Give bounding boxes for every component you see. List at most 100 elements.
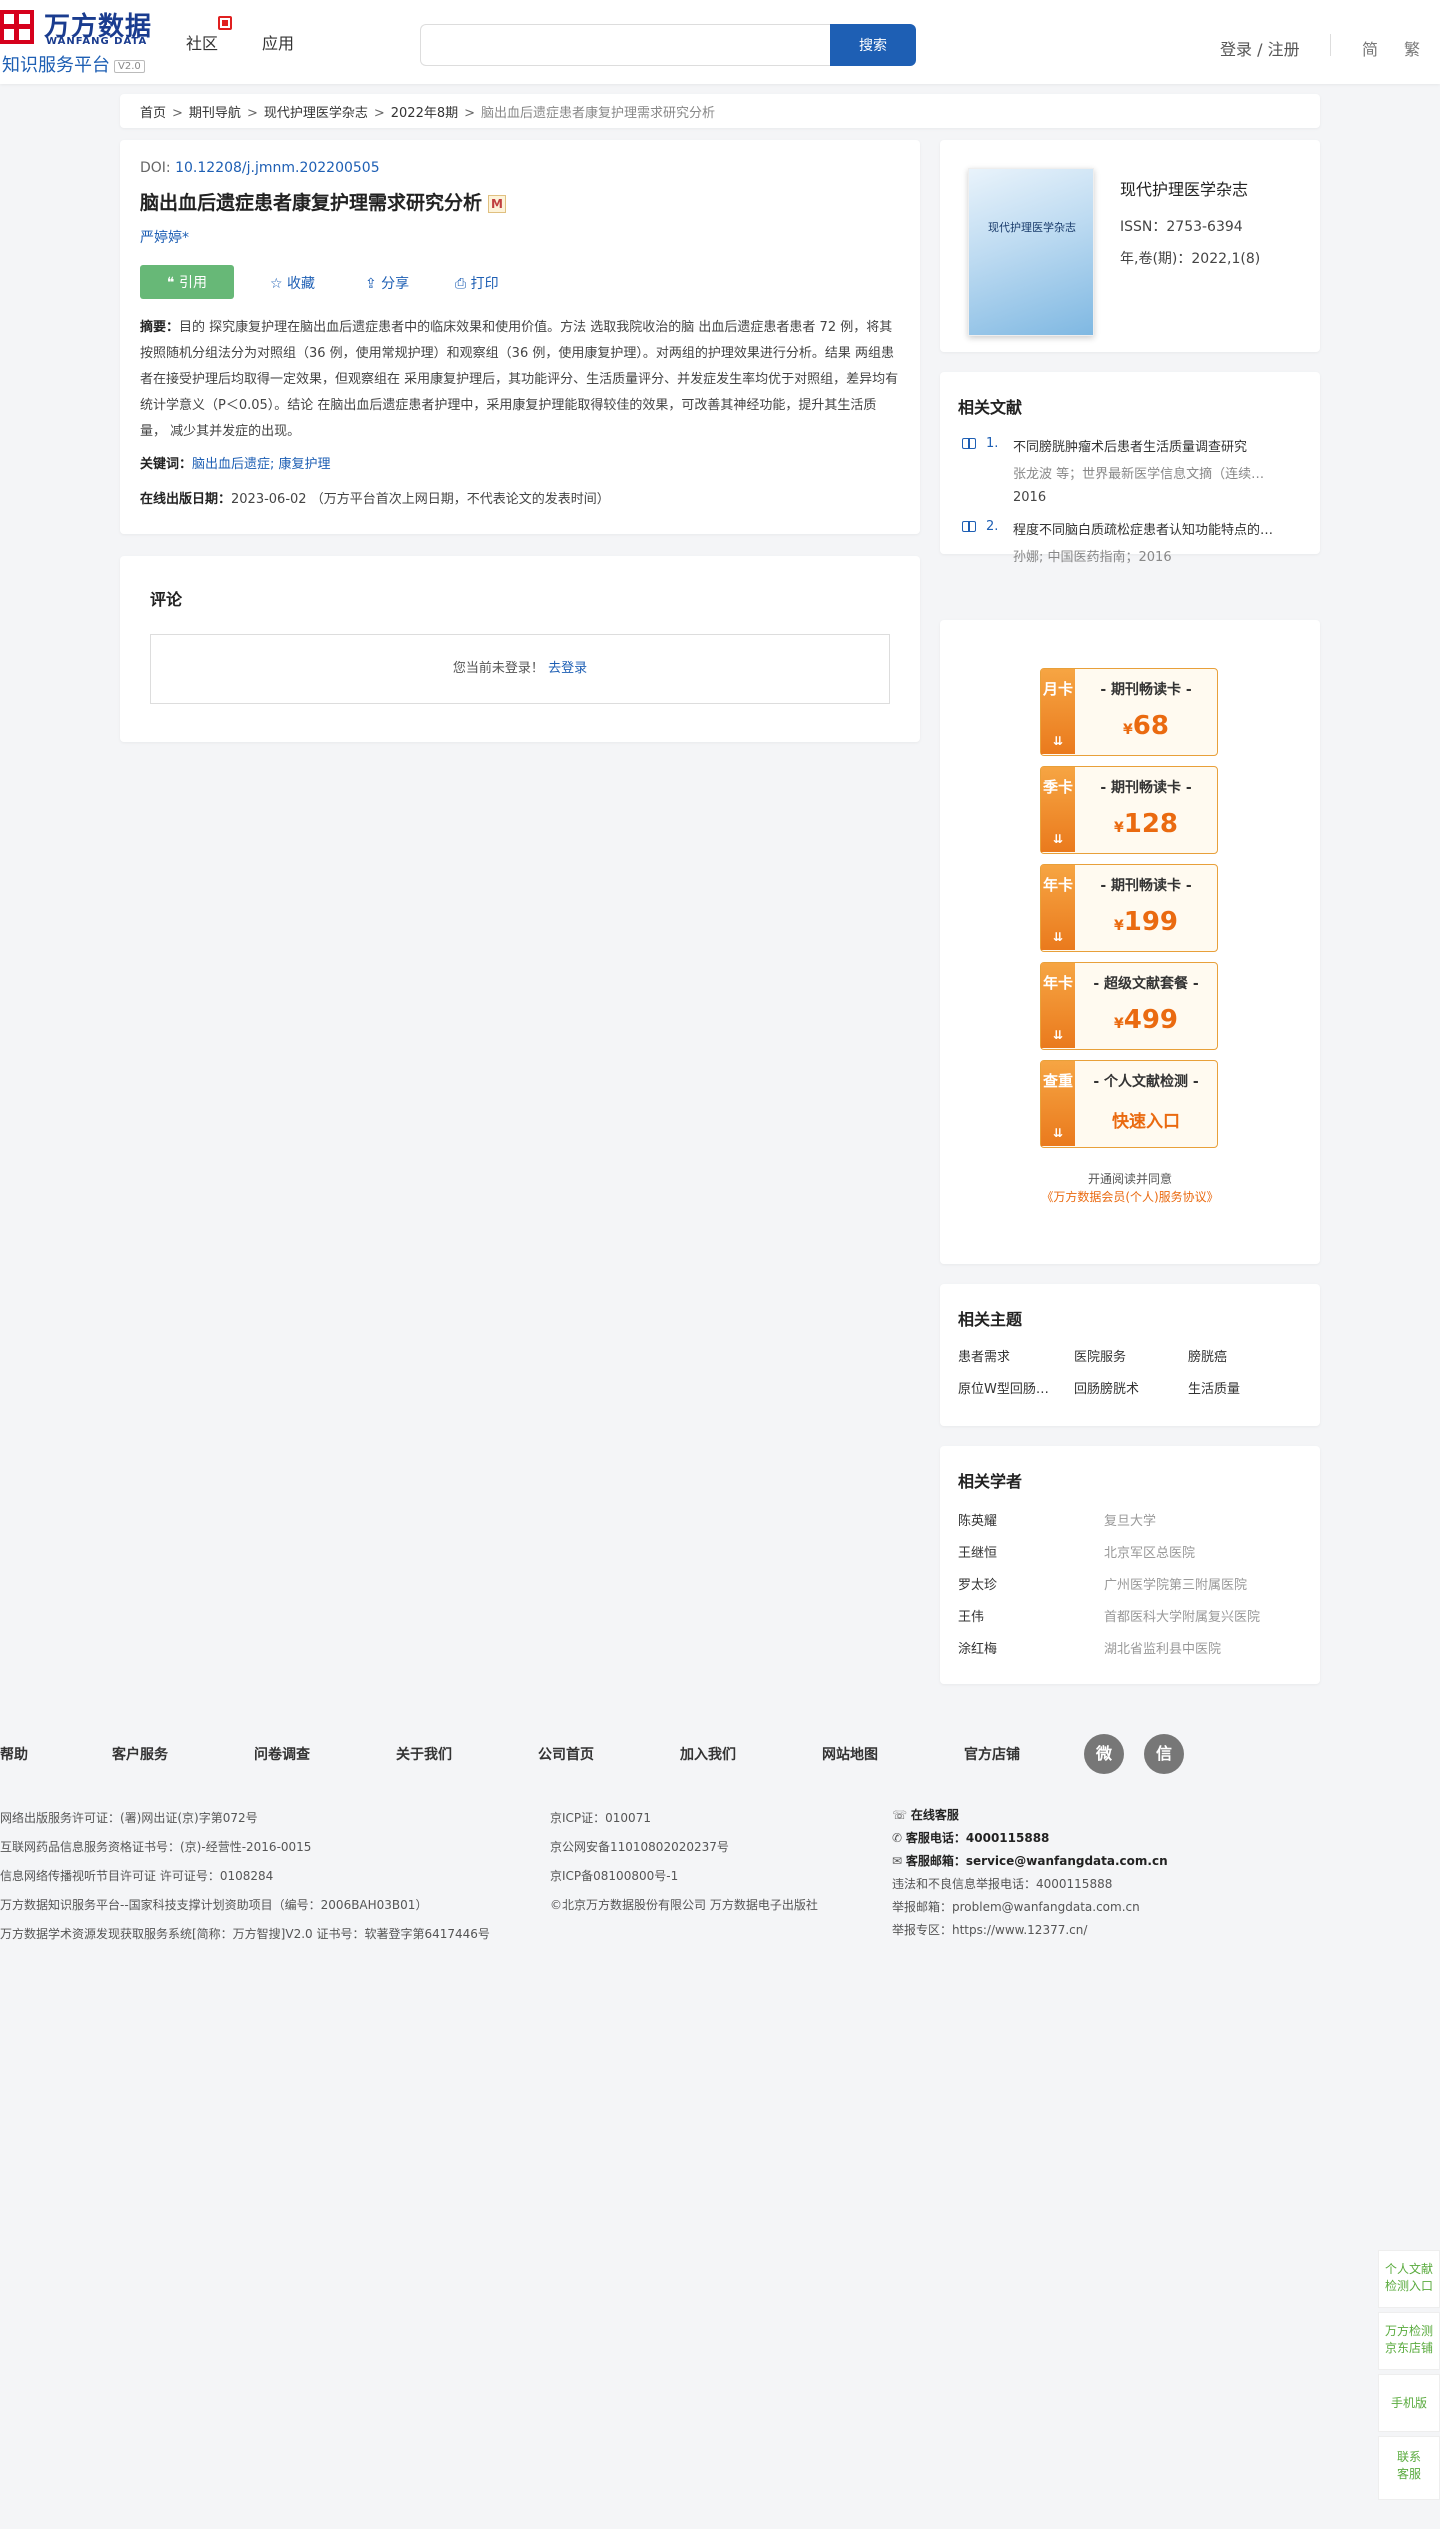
topic-item[interactable]: 回肠膀胱术 <box>1074 1378 1180 1397</box>
journal-name[interactable]: 现代护理医学杂志 <box>1120 176 1248 200</box>
online-service-link[interactable]: ☏ 在线客服 <box>892 1804 1168 1827</box>
collect-button[interactable]: ☆ 收藏 <box>270 273 315 293</box>
breadcrumb-home[interactable]: 首页 <box>140 106 166 121</box>
float-contact[interactable]: 联系客服 <box>1378 2436 1440 2500</box>
float-mobile[interactable]: 手机版 <box>1378 2374 1440 2432</box>
vip-card-side: 查重 ⇊ <box>1041 1061 1075 1146</box>
keyword-link[interactable]: 康复护理 <box>279 457 331 472</box>
vip-card-quarterly[interactable]: 季卡 ⇊ - 期刊畅读卡 - ¥128 <box>1040 766 1218 854</box>
article-card: DOI: 10.12208/j.jmnm.202200505 脑出血后遗症患者康… <box>120 140 920 534</box>
agree-text: 开通阅读并同意 <box>1087 1172 1172 1186</box>
footer-link-survey[interactable]: 问卷调查 <box>254 1744 310 1764</box>
journal-volume: 年,卷(期)：2022,1(8) <box>1120 251 1261 267</box>
scholar-row: 王伟 首都医科大学附属复兴医院 <box>958 1598 1302 1630</box>
topic-item[interactable]: 膀胱癌 <box>1188 1346 1294 1365</box>
scholar-name[interactable]: 王伟 <box>958 1606 984 1625</box>
go-login-link[interactable]: 去登录 <box>548 661 587 676</box>
service-agreement-link[interactable]: 《万方数据会员(个人)服务协议》 <box>940 1188 1320 1205</box>
topic-item[interactable]: 医院服务 <box>1074 1346 1180 1365</box>
login-register-link[interactable]: 登录 / 注册 <box>1220 36 1300 60</box>
scholar-row: 王继恒 北京军区总医院 <box>958 1534 1302 1566</box>
footer-contact: ☏ 在线客服 ✆ 客服电话：4000115888 ✉ 客服邮箱：service@… <box>892 1804 1168 1942</box>
cover-title: 现代护理医学杂志 <box>988 221 1076 234</box>
header-divider <box>1330 34 1331 56</box>
scholar-name[interactable]: 涂红梅 <box>958 1638 997 1657</box>
lang-traditional[interactable]: 繁 <box>1404 36 1420 60</box>
footer-link-about[interactable]: 关于我们 <box>396 1744 452 1764</box>
search-input[interactable] <box>420 24 830 66</box>
footer-link-join[interactable]: 加入我们 <box>680 1744 736 1764</box>
book-icon <box>962 521 976 532</box>
scholar-name[interactable]: 罗太珍 <box>958 1574 997 1593</box>
breadcrumb: 首页 > 期刊导航 > 现代护理医学杂志 >2022年8期 > 脑出血后遗症患者康复护理需求研… <box>120 94 1320 128</box>
related-doc-title[interactable]: 程度不同脑白质疏松症患者认知功能特点的… <box>1013 519 1302 538</box>
related-doc-meta: 孙娜; 中国医药指南；2016 <box>1013 550 1172 565</box>
keyword-link[interactable]: 脑出血后遗症; <box>192 457 274 472</box>
scholar-row: 陈英耀 复旦大学 <box>958 1502 1302 1534</box>
scholar-org: 首都医科大学附属复兴医院 <box>1104 1610 1261 1625</box>
scholar-row: 涂红梅 湖北省监利县中医院 <box>958 1630 1302 1662</box>
vip-card-side: 月卡 ⇊ <box>1041 669 1075 754</box>
keywords: 关键词：脑出血后遗症; 康复护理 <box>140 457 331 472</box>
comments-title: 评论 <box>150 590 183 609</box>
wechat-icon[interactable]: 信 <box>1144 1734 1184 1774</box>
related-docs-card: 相关文献 1. 不同膀胱肿瘤术后患者生活质量调查研究 张龙波 等；世界最新医学信… <box>940 372 1320 565</box>
related-docs-title: 相关文献 <box>958 398 1023 417</box>
lang-simplified[interactable]: 简 <box>1362 36 1378 60</box>
related-doc-title[interactable]: 不同膀胱肿瘤术后患者生活质量调查研究 <box>1013 436 1302 455</box>
vip-card-monthly[interactable]: 月卡 ⇊ - 期刊畅读卡 - ¥68 <box>1040 668 1218 756</box>
journal-issn: ISSN：2753-6394 <box>1120 219 1243 235</box>
wanfang-logo[interactable]: 万方数据 WANFANG DATA 知识服务平台 V2.0 <box>0 6 160 76</box>
book-icon <box>962 438 976 449</box>
vip-card-yearly[interactable]: 年卡 ⇊ - 期刊畅读卡 - ¥199 <box>1040 864 1218 952</box>
doi-link[interactable]: 10.12208/j.jmnm.202200505 <box>175 160 380 176</box>
search-button[interactable]: 搜索 <box>830 24 916 66</box>
vip-card-side: 年卡 ⇊ <box>1041 865 1075 950</box>
scholar-row: 罗太珍 广州医学院第三附属医院 <box>958 1566 1302 1598</box>
scholar-name[interactable]: 王继恒 <box>958 1542 997 1561</box>
cite-button[interactable]: ❝ 引用 <box>140 265 234 299</box>
float-personal-check[interactable]: 个人文献检测入口 <box>1378 2250 1440 2308</box>
double-down-icon: ⇊ <box>1053 734 1064 748</box>
topic-item[interactable]: 患者需求 <box>958 1346 1064 1365</box>
scholar-org: 湖北省监利县中医院 <box>1104 1642 1222 1657</box>
comments-card: 评论 您当前未登录！ 去登录 <box>120 556 920 742</box>
topic-item[interactable]: 原位W型回肠… <box>958 1378 1064 1397</box>
footer-link-help[interactable]: 帮助 <box>0 1744 28 1764</box>
topic-item[interactable]: 生活质量 <box>1188 1378 1294 1397</box>
double-down-icon: ⇊ <box>1053 1126 1064 1140</box>
vip-card-super-package[interactable]: 年卡 ⇊ - 超级文献套餐 - ¥499 <box>1040 962 1218 1050</box>
footer-link-store[interactable]: 官方店铺 <box>964 1744 1020 1764</box>
abstract: 摘要：目的 探究康复护理在脑出血后遗症患者中的临床效果和使用价值。方法 选取我院… <box>140 320 899 439</box>
nav-apps[interactable]: 应用 <box>262 30 294 54</box>
float-jd-store[interactable]: 万方检测京东店铺 <box>1378 2312 1440 2370</box>
footer-link-home[interactable]: 公司首页 <box>538 1744 594 1764</box>
double-down-icon: ⇊ <box>1053 930 1064 944</box>
version-badge: V2.0 <box>114 59 145 73</box>
vip-card-side: 年卡 ⇊ <box>1041 963 1075 1048</box>
related-scholars-title: 相关学者 <box>958 1472 1023 1491</box>
share-button[interactable]: ⇪ 分享 <box>365 273 409 293</box>
logo-subtitle: 知识服务平台 V2.0 <box>2 51 145 77</box>
author-link[interactable]: 严婷婷* <box>140 227 900 247</box>
footer-licenses: 网络出版服务许可证：(署)网出证(京)字第072号 互联网药品信息服务资格证书号… <box>0 1811 490 1941</box>
related-doc-item[interactable]: 2. 程度不同脑白质疏松症患者认知功能特点的… 孙娜; 中国医药指南；2016 <box>958 519 1302 565</box>
footer-link-sitemap[interactable]: 网站地图 <box>822 1744 878 1764</box>
journal-cover[interactable]: 现代护理医学杂志 <box>968 168 1094 336</box>
weibo-icon[interactable]: 微 <box>1084 1734 1124 1774</box>
breadcrumb-journal-nav[interactable]: 期刊导航 <box>189 106 241 121</box>
journal-card: 现代护理医学杂志 现代护理医学杂志 ISSN：2753-6394 年,卷(期)：… <box>940 140 1320 352</box>
scholar-name[interactable]: 陈英耀 <box>958 1510 997 1529</box>
quick-entry-link[interactable]: 快速入口 <box>1075 1107 1217 1132</box>
vip-card-plagiarism-check[interactable]: 查重 ⇊ - 个人文献检测 - 快速入口 <box>1040 1060 1218 1148</box>
doi-line: DOI: 10.12208/j.jmnm.202200505 <box>140 160 380 176</box>
nav-community[interactable]: 社区 <box>186 16 232 54</box>
footer-link-service[interactable]: 客户服务 <box>112 1744 168 1764</box>
print-button[interactable]: ⎙ 打印 <box>455 273 499 293</box>
scholar-org: 复旦大学 <box>1104 1514 1157 1529</box>
related-doc-item[interactable]: 1. 不同膀胱肿瘤术后患者生活质量调查研究 张龙波 等；世界最新医学信息文摘（连… <box>958 436 1302 505</box>
vip-cards-panel: 月卡 ⇊ - 期刊畅读卡 - ¥68 季卡 ⇊ - 期刊畅读卡 - ¥128 年卡 ⇊… <box>940 620 1320 1264</box>
top-header: 万方数据 WANFANG DATA 知识服务平台 V2.0 社区 应用 搜索 登录… <box>0 0 1440 84</box>
breadcrumb-journal[interactable]: 现代护理医学杂志 <box>264 106 368 121</box>
breadcrumb-issue[interactable]: 2022年8期 <box>391 106 458 121</box>
